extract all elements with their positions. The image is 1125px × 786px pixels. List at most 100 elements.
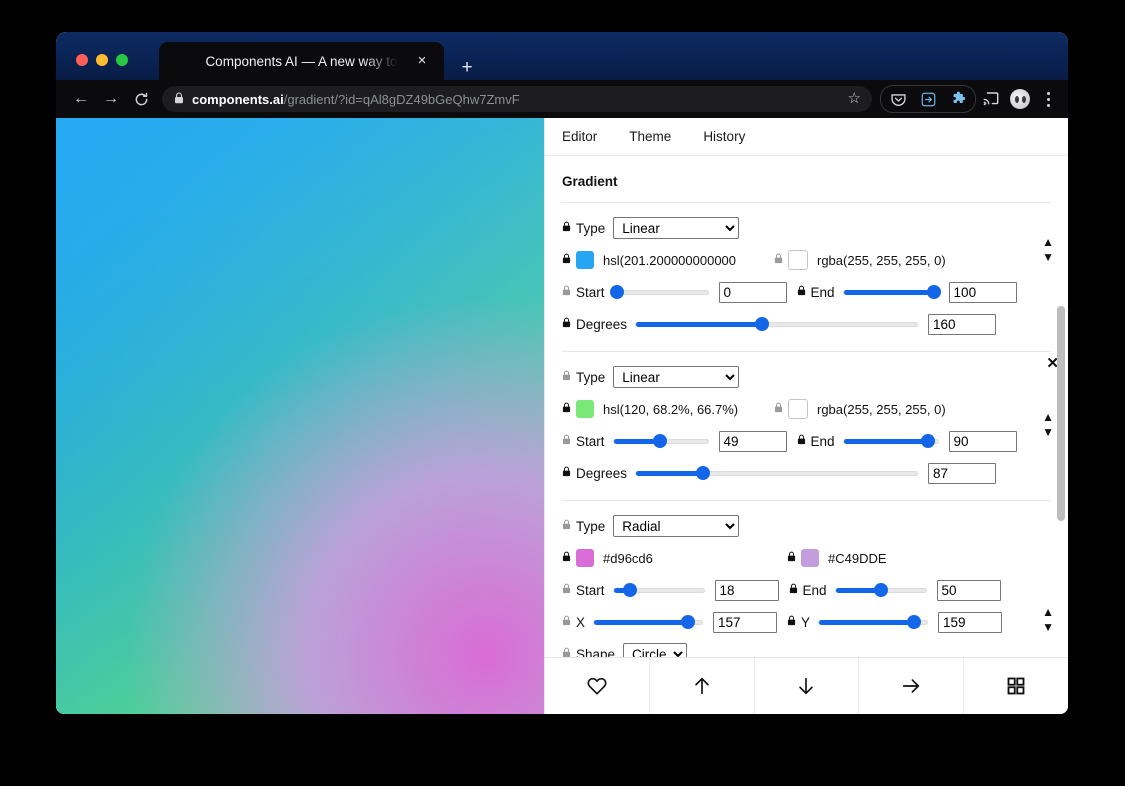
layer-1-type-select[interactable]: Linear	[613, 217, 740, 239]
lock-icon[interactable]	[562, 519, 571, 533]
layer-1-start-end-row: Start End	[562, 281, 1051, 303]
grid-view-button[interactable]	[964, 658, 1068, 714]
layer-1-degrees-slider[interactable]	[635, 315, 919, 333]
layer-3-start-color-swatch[interactable]	[576, 549, 594, 567]
type-label: Type	[576, 220, 606, 236]
url-path: /gradient/?id=qAl8gDZ49bGeQhw7ZmvF	[283, 91, 520, 107]
back-icon[interactable]: ←	[66, 84, 96, 114]
browser-tab[interactable]: Components AI — A new way to ×	[159, 42, 444, 80]
layer-1-end-color-swatch[interactable]	[788, 250, 808, 270]
cast-icon[interactable]	[978, 87, 1004, 111]
lock-icon[interactable]	[774, 253, 783, 267]
layer-3-x-slider[interactable]	[593, 613, 704, 631]
start-label: Start	[576, 284, 605, 300]
layer-2-end-color-swatch[interactable]	[788, 399, 808, 419]
lock-icon[interactable]	[562, 647, 571, 657]
tab-history[interactable]: History	[703, 129, 763, 144]
arrow-right-icon	[903, 679, 920, 693]
layer-3-end-color-swatch[interactable]	[801, 549, 819, 567]
reload-icon[interactable]	[126, 84, 156, 114]
move-down-icon[interactable]: ▼	[1039, 620, 1057, 635]
layer-2-start-input[interactable]	[718, 430, 787, 452]
minimize-window-button[interactable]	[96, 54, 108, 66]
gradient-preview[interactable]	[56, 118, 544, 714]
lock-icon[interactable]	[562, 370, 571, 384]
layer-3-end-input[interactable]	[936, 579, 1001, 601]
layer-3-xy-row: X Y	[562, 611, 1051, 633]
layer-3-start-slider[interactable]	[612, 581, 705, 599]
bottom-toolbar	[545, 657, 1068, 714]
scrollbar-thumb[interactable]	[1057, 306, 1065, 521]
lock-icon[interactable]	[562, 551, 571, 565]
move-down-button[interactable]	[755, 658, 860, 714]
browser-titlebar: Components AI — A new way to × +	[56, 32, 1068, 80]
move-up-button[interactable]	[650, 658, 755, 714]
layer-3-end-slider[interactable]	[834, 581, 927, 599]
lock-icon[interactable]	[787, 615, 796, 629]
tab-editor[interactable]: Editor	[562, 129, 615, 144]
layer-2-end-slider[interactable]	[842, 432, 939, 450]
layer-3-shape-select[interactable]: Circle	[623, 643, 688, 657]
layer-1-start-color-swatch[interactable]	[576, 251, 594, 269]
layer-3-y-input[interactable]	[938, 611, 1003, 633]
close-window-button[interactable]	[76, 54, 88, 66]
layer-3-start-input[interactable]	[714, 579, 779, 601]
layer-3-y-slider[interactable]	[818, 613, 929, 631]
layer-3-type-select[interactable]: Radial	[613, 515, 740, 537]
lock-icon[interactable]	[797, 434, 806, 448]
account-avatar[interactable]	[1010, 89, 1030, 109]
y-label: Y	[801, 614, 811, 630]
extensions-puzzle-icon[interactable]	[945, 87, 971, 111]
forward-icon[interactable]: →	[96, 84, 126, 114]
layer-1-end-slider[interactable]	[842, 283, 941, 301]
lock-icon[interactable]	[774, 402, 783, 416]
lock-icon[interactable]	[562, 221, 571, 235]
url-bar[interactable]: components.ai/gradient/?id=qAl8gDZ49bGeQ…	[162, 86, 872, 112]
container-tab-icon[interactable]	[915, 87, 941, 111]
layer-1-end-input[interactable]	[948, 281, 1017, 303]
lock-icon[interactable]	[787, 551, 796, 565]
new-tab-button[interactable]: +	[454, 55, 480, 81]
lock-icon[interactable]	[562, 583, 571, 597]
type-label: Type	[576, 369, 606, 385]
layer-2-start-color-swatch[interactable]	[576, 400, 594, 418]
layer-2-start-slider[interactable]	[612, 432, 709, 450]
panel-scrollbar[interactable]	[1057, 156, 1065, 657]
layer-3-x-input[interactable]	[713, 611, 778, 633]
end-label: End	[802, 582, 827, 598]
layer-3-shape-row: Shape Circle	[562, 643, 1051, 657]
pocket-icon[interactable]	[885, 87, 911, 111]
lock-icon[interactable]	[562, 402, 571, 416]
tab-theme[interactable]: Theme	[629, 129, 689, 144]
tab-close-icon[interactable]: ×	[414, 53, 430, 69]
next-button[interactable]	[859, 658, 965, 714]
layer-2-degrees-input[interactable]	[928, 462, 997, 484]
lock-icon[interactable]	[562, 466, 571, 480]
lock-icon[interactable]	[562, 615, 571, 629]
layer-2-degrees-slider[interactable]	[635, 464, 919, 482]
maximize-window-button[interactable]	[116, 54, 128, 66]
lock-icon[interactable]	[562, 285, 571, 299]
layer-2-type-select[interactable]: Linear	[613, 366, 740, 388]
lock-icon[interactable]	[562, 434, 571, 448]
layer-1-start-input[interactable]	[718, 281, 787, 303]
move-down-icon[interactable]: ▼	[1039, 425, 1057, 440]
end-label: End	[810, 284, 835, 300]
layer-2-end-input[interactable]	[948, 430, 1017, 452]
move-up-icon[interactable]: ▲	[1039, 605, 1057, 620]
editor-scroll-area[interactable]: Gradient ▲ ▼ Type Linear hsl(201.2000000…	[545, 156, 1068, 657]
move-up-icon[interactable]: ▲	[1039, 410, 1057, 425]
lock-icon[interactable]	[562, 317, 571, 331]
lock-icon[interactable]	[562, 253, 571, 267]
bookmark-star-icon[interactable]: ☆	[848, 90, 861, 108]
gradient-layer-2: ✕ ▲ ▼ Type Linear hsl(120, 68.2%, 66.7%)…	[562, 351, 1059, 500]
end-label: End	[810, 433, 835, 449]
browser-menu-icon[interactable]	[1038, 87, 1058, 111]
move-up-icon[interactable]: ▲	[1039, 235, 1057, 250]
layer-1-degrees-input[interactable]	[928, 313, 997, 335]
layer-1-start-slider[interactable]	[610, 283, 709, 301]
favorite-button[interactable]	[545, 658, 650, 714]
lock-icon[interactable]	[797, 285, 806, 299]
lock-icon[interactable]	[789, 583, 798, 597]
move-down-icon[interactable]: ▼	[1039, 250, 1057, 265]
